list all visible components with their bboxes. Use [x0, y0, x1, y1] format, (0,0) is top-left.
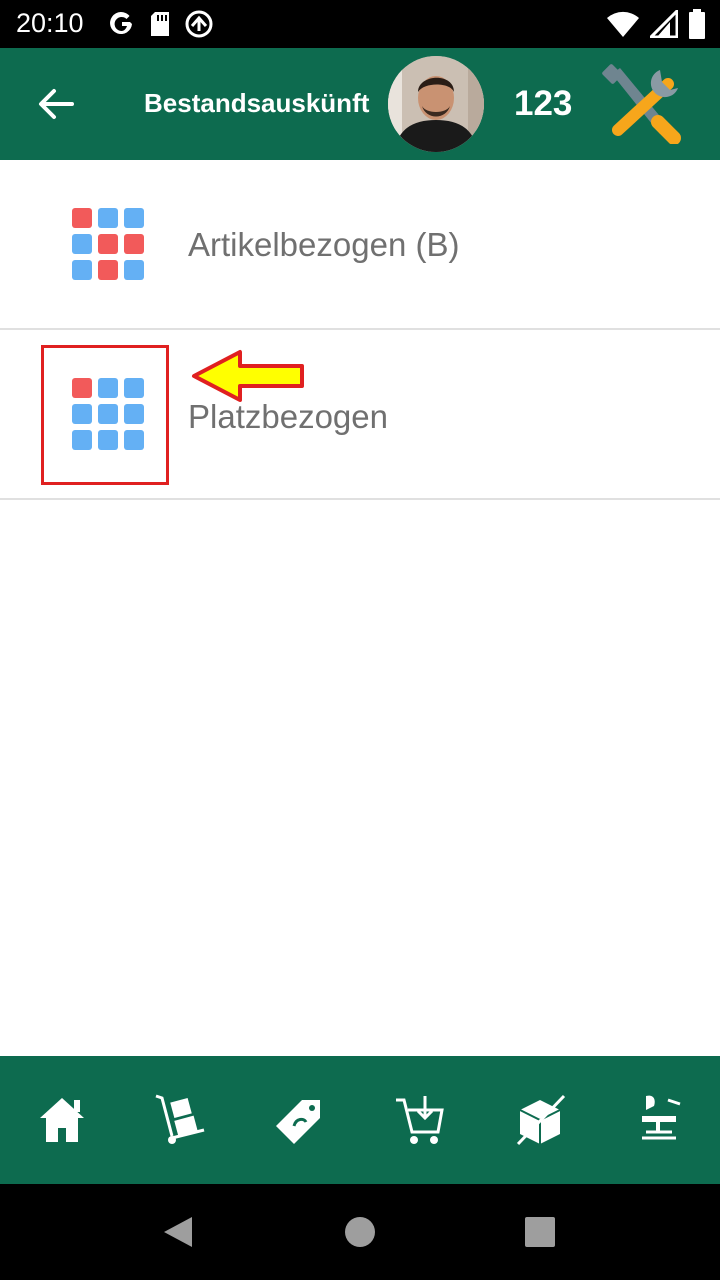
grid-icon — [72, 378, 144, 450]
status-time: 20:10 — [16, 8, 84, 38]
list-item[interactable]: Artikelbezogen (B) — [0, 160, 720, 330]
system-navigation — [0, 1184, 720, 1280]
wifi-icon — [607, 11, 639, 38]
tools-icon — [602, 64, 681, 145]
home-icon — [40, 1098, 84, 1142]
nav-office-chair[interactable] — [632, 1092, 688, 1148]
list-item-label: Platzbezogen — [188, 398, 388, 435]
battery-icon — [689, 9, 705, 39]
cart-download-icon — [396, 1096, 444, 1144]
hand-truck-icon — [155, 1094, 205, 1144]
bottom-navigation — [0, 1056, 720, 1184]
arrow-left-icon — [39, 89, 74, 119]
annotation-arrow-icon — [192, 350, 304, 402]
nav-box-crossed[interactable] — [512, 1092, 568, 1148]
nav-hand-truck[interactable] — [152, 1092, 208, 1148]
grid-icon — [72, 208, 144, 280]
list-item-label: Artikelbezogen (B) — [188, 226, 460, 263]
google-icon — [110, 12, 132, 35]
user-photo — [388, 56, 484, 152]
nav-cart-download[interactable] — [392, 1092, 448, 1148]
box-crossed-icon — [516, 1094, 566, 1146]
home-circle-icon[interactable] — [344, 1216, 376, 1248]
status-right-icons — [606, 8, 706, 40]
status-left-icons — [108, 8, 214, 40]
price-tag-icon — [276, 1100, 320, 1144]
list-item[interactable]: Platzbezogen — [0, 330, 720, 500]
recents-square-icon[interactable] — [525, 1217, 555, 1247]
nav-price-tag[interactable] — [272, 1092, 328, 1148]
avatar[interactable] — [388, 56, 484, 152]
back-button[interactable] — [30, 78, 82, 130]
app-bar: Bestandsauskünft 123 — [0, 48, 720, 160]
signal-icon — [650, 10, 678, 38]
settings-button[interactable] — [598, 64, 682, 145]
status-bar: 20:10 — [0, 0, 720, 48]
sd-card-icon — [151, 12, 169, 36]
nav-home[interactable] — [34, 1092, 90, 1148]
user-code: 123 — [514, 84, 573, 123]
menu-list: Artikelbezogen (B) Platzbezogen — [0, 160, 720, 500]
back-triangle-icon[interactable] — [162, 1215, 194, 1249]
office-chair-icon — [642, 1095, 681, 1140]
sync-icon — [185, 10, 213, 38]
page-title: Bestandsauskünft — [144, 88, 370, 118]
